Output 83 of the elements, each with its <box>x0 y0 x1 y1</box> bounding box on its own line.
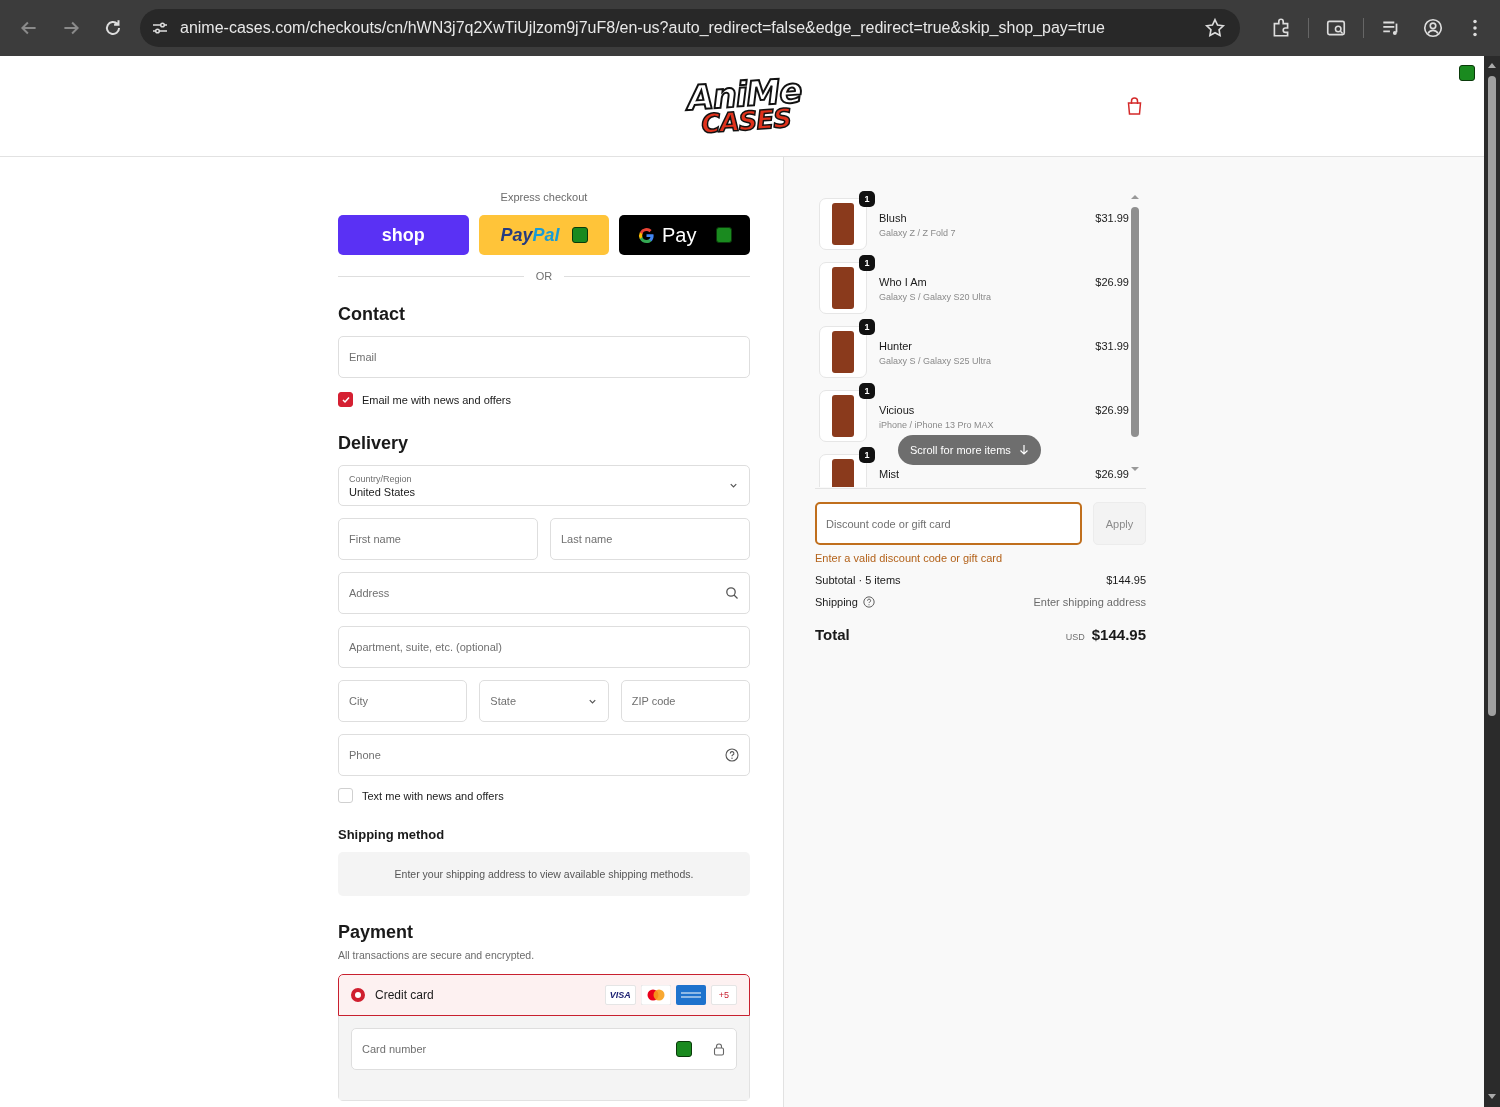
item-name: Who I Am <box>879 276 928 288</box>
discount-code-field[interactable]: Discount code or gift card <box>815 502 1082 545</box>
newsletter-label: Email me with news and offers <box>362 393 511 406</box>
discount-error-message: Enter a valid discount code or gift card <box>815 552 1004 564</box>
currency-label: USD <box>1065 632 1085 642</box>
product-photo-placeholder <box>819 326 867 378</box>
express-checkout-label: Express checkout <box>499 191 589 203</box>
item-variant: Galaxy S / Galaxy S25 Ultra <box>879 356 993 366</box>
bookmark-star-icon[interactable] <box>1204 17 1226 39</box>
item-price: $31.99 <box>1095 339 1129 352</box>
help-icon[interactable] <box>862 596 875 608</box>
select-field[interactable]: Country/Region United States <box>338 465 750 506</box>
card-brand-badge: VISA <box>604 985 636 1005</box>
or-divider-label: OR <box>535 270 553 282</box>
payment-heading: Payment <box>338 922 415 943</box>
item-price: $31.99 <box>1095 211 1129 224</box>
shop-pay-button[interactable]: shop <box>338 215 469 255</box>
lock-icon <box>712 1042 726 1056</box>
item-name: Vicious <box>879 404 916 416</box>
scrollbar[interactable] <box>1129 193 1141 473</box>
help-icon[interactable] <box>725 748 739 762</box>
product-photo-placeholder <box>819 262 867 314</box>
payment-method-option[interactable]: Credit card VISA +5 <box>338 974 750 1016</box>
square-icon <box>1459 65 1475 81</box>
item-variant: Galaxy S / Galaxy S20 Ultra <box>879 292 993 302</box>
item-variant: iPhone / iPhone 13 Pro MAX <box>879 420 995 430</box>
product-photo-placeholder <box>819 390 867 442</box>
sms-offers-label: Text me with news and offers <box>362 789 504 802</box>
shipping-label: Shipping <box>815 596 858 608</box>
payment-subtitle: All transactions are secure and encrypted. <box>338 949 536 961</box>
contact-heading: Contact <box>338 304 406 325</box>
square-icon <box>716 227 733 243</box>
checkbox[interactable] <box>338 392 353 407</box>
page-scrollbar[interactable] <box>1484 56 1500 1107</box>
store-logo[interactable]: AniMe CASES <box>686 75 804 137</box>
input-field[interactable]: ZIP code <box>620 680 750 722</box>
gpay-pay-button[interactable]: Pay <box>619 215 750 255</box>
total-amount: $144.95 <box>1091 626 1146 643</box>
item-name: Hunter <box>879 340 914 352</box>
address-bar[interactable]: anime-cases.com/checkouts/cn/hWN3j7q2XwTiUjlzom9j7uF8/en-us?auto_redirect=false&edge_redirect=true&skip_shop_pay=true <box>140 9 1240 47</box>
url-text: anime-cases.com/checkouts/cn/hWN3j7q2XwTiUjlzom9j7uF8/en-us?auto_redirect=false&edge_redirect=true&skip_shop_pay=true <box>180 19 1106 37</box>
item-name: Blush <box>879 212 908 224</box>
profile-icon[interactable] <box>1422 17 1444 39</box>
input-field[interactable]: Last name <box>550 518 750 560</box>
card-number-field[interactable]: Card number <box>351 1028 737 1070</box>
input-field[interactable]: Address <box>338 572 750 614</box>
input-field[interactable]: Phone <box>338 734 750 776</box>
product-photo-placeholder <box>819 198 867 250</box>
quantity-badge: 1 <box>859 255 875 271</box>
shipping-value: Enter shipping address <box>1033 596 1146 608</box>
item-price: $26.99 <box>1095 403 1129 416</box>
shipping-method-heading: Shipping method <box>338 827 446 842</box>
arrow-down-icon <box>1018 444 1029 456</box>
input-field[interactable]: Apartment, suite, etc. (optional) <box>338 626 750 668</box>
card-brand-icon <box>675 985 706 1005</box>
subtotal-label: Subtotal · 5 items <box>815 574 901 586</box>
delivery-heading: Delivery <box>338 433 410 454</box>
square-icon <box>676 1041 692 1057</box>
item-price: $26.99 <box>1095 275 1129 288</box>
search-icon <box>725 586 739 600</box>
apply-button[interactable]: Apply <box>1093 502 1146 545</box>
quantity-badge: 1 <box>859 383 875 399</box>
quantity-badge: 1 <box>859 191 875 207</box>
item-variant: Galaxy Z / Z Fold 7 <box>879 228 957 238</box>
quantity-badge: 1 <box>859 447 875 463</box>
scroll-more-button[interactable]: Scroll for more items <box>898 435 1041 465</box>
input-field[interactable]: City <box>338 680 468 722</box>
more-brands-badge: +5 <box>710 985 737 1005</box>
subtotal-amount: $144.95 <box>1106 574 1146 586</box>
email-field[interactable]: Email <box>338 336 750 378</box>
quantity-badge: 1 <box>859 319 875 335</box>
paypal-pay-button[interactable]: PayPal <box>478 215 610 255</box>
shipping-notice: Enter your shipping address to view available shipping methods. <box>338 852 750 896</box>
item-price: $26.99 <box>1095 467 1129 480</box>
card-brand-icon <box>640 985 671 1005</box>
total-label: Total <box>815 626 850 643</box>
shopping-bag-icon[interactable] <box>1126 96 1143 116</box>
g-logo-icon <box>636 225 656 245</box>
item-name: Mist <box>879 468 901 480</box>
radio-button[interactable] <box>351 988 365 1002</box>
square-icon <box>571 227 588 243</box>
input-field[interactable]: First name <box>338 518 538 560</box>
select-field[interactable]: State <box>479 680 609 722</box>
